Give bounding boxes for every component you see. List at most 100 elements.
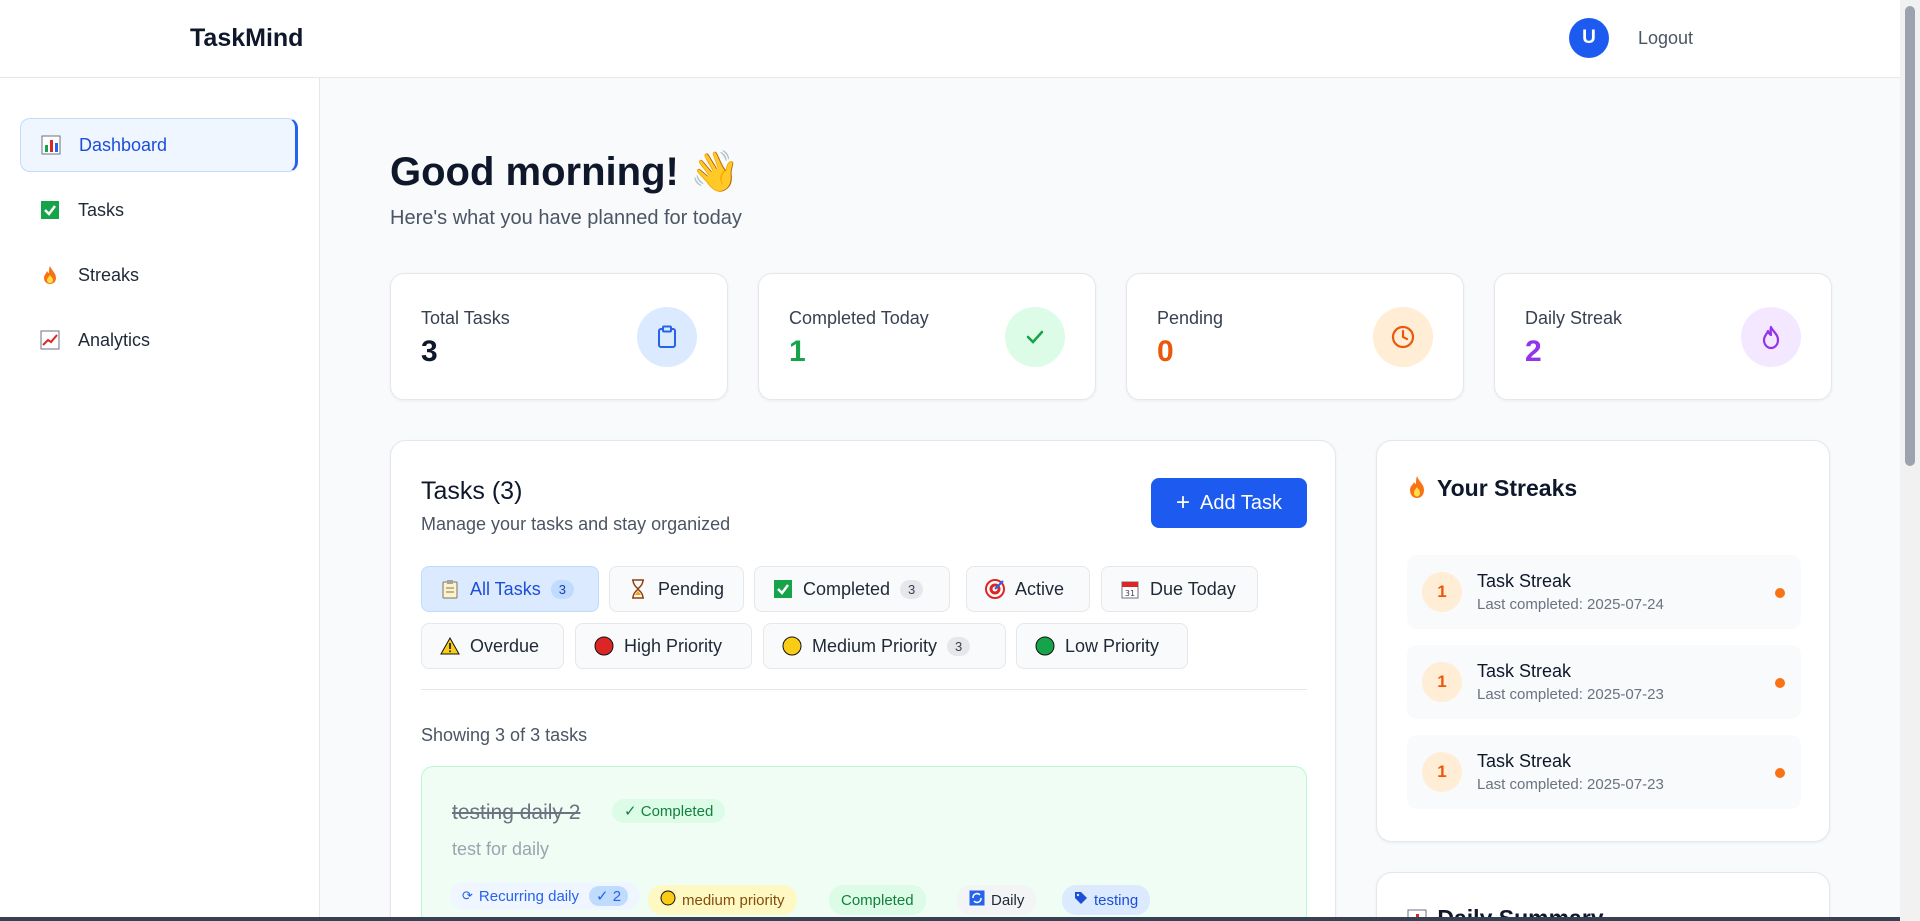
streak-status-dot (1775, 588, 1785, 598)
stat-value: 1 (789, 335, 806, 368)
stat-value: 2 (1525, 335, 1542, 368)
filter-low-priority[interactable]: Low Priority (1016, 623, 1188, 669)
task-description: test for daily (452, 839, 550, 859)
logout-button[interactable]: Logout (1638, 28, 1693, 49)
tag-icon (1074, 891, 1088, 909)
filter-label: Medium Priority (812, 635, 938, 656)
warning-icon (440, 636, 460, 656)
stat-card-total: Total Tasks 3 (390, 273, 728, 400)
streak-name: Task Streak (1477, 751, 1572, 771)
add-task-label: Add Task (1200, 491, 1282, 514)
sidebar-item-label: Tasks (78, 199, 125, 220)
sidebar-item-analytics[interactable]: Analytics (20, 313, 298, 367)
clipboard-icon (440, 579, 460, 599)
scrollbar-thumb[interactable] (1905, 6, 1915, 466)
stat-card-completed: Completed Today 1 (758, 273, 1096, 400)
bar-chart-icon (41, 135, 61, 155)
streak-name: Task Streak (1477, 571, 1572, 591)
tasks-subtitle: Manage your tasks and stay organized (421, 514, 731, 534)
brand-logo[interactable]: TaskMind (190, 24, 303, 53)
check-box-icon (773, 579, 793, 599)
greeting-subtitle: Here's what you have planned for today (390, 207, 742, 229)
check-icon: ✓ (624, 803, 637, 820)
status-label: Completed (640, 803, 714, 820)
streak-count: 1 (1422, 752, 1462, 792)
target-icon (985, 579, 1005, 599)
refresh-icon: ⟳ (462, 888, 473, 903)
clock-icon (1373, 307, 1433, 367)
stat-card-streak: Daily Streak 2 (1494, 273, 1832, 400)
calendar-icon: 31 (1120, 579, 1140, 599)
streaks-panel: Your Streaks 1 Task Streak Last complete… (1376, 440, 1830, 842)
streak-item[interactable]: 1 Task Streak Last completed: 2025-07-24 (1407, 555, 1801, 629)
recurring-count: ✓ 2 (588, 886, 629, 906)
tasks-panel: Tasks (3) Manage your tasks and stay org… (390, 440, 1336, 921)
filter-label: Completed (803, 578, 891, 599)
user-avatar[interactable]: U (1569, 18, 1609, 58)
state-label: Completed (841, 891, 914, 909)
greeting-title: Good morning! 👋 (390, 150, 740, 194)
task-title: testing daily 2 (452, 801, 581, 824)
recurring-label: Recurring daily (478, 887, 579, 905)
filter-medium-priority[interactable]: Medium Priority 3 (763, 623, 1006, 669)
hourglass-icon (628, 579, 648, 599)
priority-label: medium priority (682, 891, 785, 909)
sidebar-item-tasks[interactable]: Tasks (20, 183, 298, 237)
svg-text:31: 31 (1125, 589, 1135, 598)
yellow-circle-icon (660, 890, 676, 910)
stat-label: Completed Today (789, 308, 929, 328)
filter-count: 3 (947, 636, 971, 656)
frequency-chip: Daily (957, 885, 1037, 915)
tag-label: testing (1094, 891, 1139, 909)
yellow-circle-icon (782, 636, 802, 656)
streaks-title-label: Your Streaks (1436, 475, 1578, 501)
task-card[interactable]: testing daily 2 ✓ Completed test for dai… (421, 766, 1307, 921)
top-bar: TaskMind U Logout (0, 0, 1900, 78)
repeat-icon (969, 890, 985, 910)
filter-due-today[interactable]: 31 Due Today (1101, 566, 1258, 612)
filter-active[interactable]: Active (966, 566, 1090, 612)
fire-icon (1407, 475, 1427, 505)
line-chart-icon (40, 330, 60, 350)
filter-count: 3 (550, 579, 574, 599)
filter-label: Active (1015, 578, 1065, 599)
streak-last-completed: Last completed: 2025-07-23 (1477, 686, 1664, 703)
red-circle-icon (594, 636, 614, 656)
fire-icon (40, 265, 60, 285)
filter-all-tasks[interactable]: All Tasks 3 (421, 566, 599, 612)
filter-count: 3 (900, 579, 924, 599)
filter-pending[interactable]: Pending (609, 566, 744, 612)
stat-label: Total Tasks (421, 308, 510, 328)
filter-divider (421, 689, 1307, 690)
flame-icon (1741, 307, 1801, 367)
filter-label: All Tasks (470, 578, 541, 599)
streak-item[interactable]: 1 Task Streak Last completed: 2025-07-23 (1407, 645, 1801, 719)
filter-label: Pending (658, 578, 725, 599)
stat-card-pending: Pending 0 (1126, 273, 1464, 400)
sidebar-item-label: Dashboard (79, 134, 168, 155)
frequency-label: Daily (991, 891, 1025, 909)
filter-completed[interactable]: Completed 3 (754, 566, 950, 612)
window-bottom-edge (0, 917, 1900, 921)
filter-high-priority[interactable]: High Priority (575, 623, 752, 669)
streak-count: 1 (1422, 662, 1462, 702)
streak-last-completed: Last completed: 2025-07-24 (1477, 596, 1664, 613)
streak-name: Task Streak (1477, 661, 1572, 681)
page-scrollbar[interactable] (1900, 0, 1920, 921)
green-circle-icon (1035, 636, 1055, 656)
check-icon (1005, 307, 1065, 367)
sidebar-item-streaks[interactable]: Streaks (20, 248, 298, 302)
sidebar: Dashboard Tasks Streaks Analytics (0, 78, 320, 921)
filter-label: Overdue (470, 635, 540, 656)
add-task-button[interactable]: + Add Task (1151, 478, 1307, 528)
sidebar-item-dashboard[interactable]: Dashboard (20, 118, 298, 172)
stat-value: 3 (421, 335, 438, 368)
streak-count: 1 (1422, 572, 1462, 612)
filter-overdue[interactable]: Overdue (421, 623, 564, 669)
showing-count: Showing 3 of 3 tasks (421, 725, 588, 745)
streak-last-completed: Last completed: 2025-07-23 (1477, 776, 1664, 793)
filter-label: High Priority (624, 635, 723, 656)
streak-item[interactable]: 1 Task Streak Last completed: 2025-07-23 (1407, 735, 1801, 809)
state-chip: Completed (829, 885, 926, 915)
recurring-chip: ⟳ Recurring daily ✓ 2 (450, 882, 641, 910)
